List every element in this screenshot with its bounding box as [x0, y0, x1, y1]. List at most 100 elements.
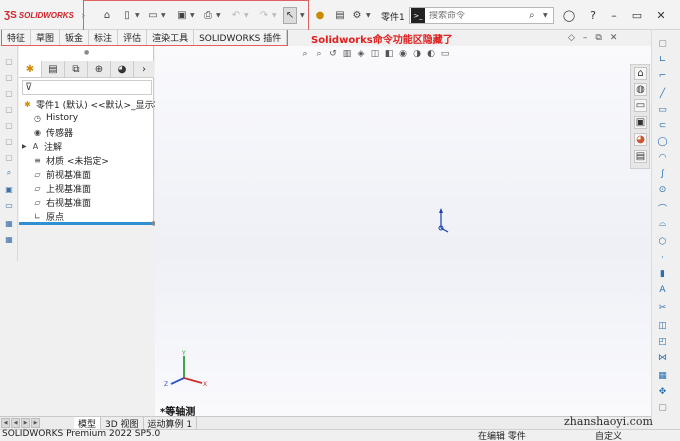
chevron-down-icon[interactable]: ▼ [272, 12, 277, 19]
chevron-down-icon[interactable]: ▼ [216, 12, 221, 19]
tab-features[interactable]: 特征 [2, 30, 32, 45]
copy-icon[interactable]: ▢ [3, 56, 15, 66]
chevron-right-icon[interactable]: › [134, 61, 154, 77]
gear-icon[interactable]: ⚙ [350, 9, 364, 22]
chevron-down-icon[interactable]: ▼ [244, 12, 249, 19]
rollback-bar[interactable] [19, 222, 152, 225]
chevron-down-icon[interactable]: ▼ [543, 12, 553, 19]
dynamic-annotation-icon[interactable]: ◈ [356, 48, 366, 60]
copy-icon[interactable]: ▢ [3, 152, 15, 162]
first-tab-icon[interactable]: ◀ [1, 418, 10, 428]
select-cursor-icon[interactable]: ↖ [283, 7, 297, 24]
circle-icon[interactable]: ◯ [656, 136, 669, 148]
tree-item-annotations[interactable]: ▶ A 注解 [22, 139, 62, 153]
rectangle-icon[interactable]: ▭ [656, 104, 669, 116]
panel-grip-icon[interactable]: ● [84, 49, 89, 56]
slot-icon[interactable]: ⊂ [656, 120, 669, 132]
search-box[interactable]: >_ ⌕ ▼ [409, 7, 554, 24]
tab-markup[interactable]: 标注 [89, 30, 119, 45]
graphics-area[interactable] [155, 46, 651, 416]
plane-icon[interactable]: ▮ [656, 268, 669, 280]
appearances-icon[interactable]: ◕ [634, 133, 647, 146]
copy-icon[interactable]: ▢ [656, 402, 669, 414]
view-palette-icon[interactable]: ▣ [634, 116, 647, 129]
zoom-to-fit-icon[interactable]: ⌕ [300, 48, 310, 60]
tab-render-tools[interactable]: 渲染工具 [147, 30, 195, 45]
copy-icon[interactable]: ▢ [3, 72, 15, 82]
tree-item-front-plane[interactable]: ▱ 前视基准面 [32, 167, 91, 181]
zoom-area-icon[interactable]: ⌕ [314, 48, 324, 60]
ellipse-icon[interactable]: ⊙ [656, 184, 669, 196]
tree-filter[interactable]: ⊽ [22, 80, 152, 95]
arc-icon[interactable]: ◠ [656, 152, 669, 164]
redo-icon[interactable]: ↷ [257, 9, 271, 22]
chevron-down-icon[interactable]: ▼ [300, 12, 305, 19]
tree-item-history[interactable]: ◷ History [32, 111, 78, 125]
previous-view-icon[interactable]: ↺ [328, 48, 338, 60]
apply-scene-icon[interactable]: ◐ [426, 48, 436, 60]
property-manager-icon[interactable]: ▤ [42, 61, 65, 77]
tab-motion-study[interactable]: 运动算例 1 [144, 416, 198, 430]
user-account-icon[interactable]: ◯ [561, 8, 577, 22]
tree-item-sensors[interactable]: ◉ 传感器 [32, 125, 73, 139]
minimize-icon[interactable]: – [606, 8, 622, 22]
undo-icon[interactable]: ↶ [229, 9, 243, 22]
layer-icon[interactable]: ▣ [3, 184, 15, 194]
search-icon[interactable]: ⌕ [529, 10, 543, 21]
move-entities-icon[interactable]: ✥ [656, 386, 669, 398]
display-style-icon[interactable]: ◧ [384, 48, 394, 60]
3d-content-icon[interactable]: ◍ [634, 83, 647, 96]
viewport-minimize-icon[interactable]: – [583, 33, 588, 43]
chevron-down-icon[interactable]: ▼ [135, 12, 140, 19]
dimxpert-icon[interactable]: ⊕ [88, 61, 111, 77]
open-folder-icon[interactable]: ▭ [146, 9, 160, 22]
line-icon[interactable]: ╱ [656, 88, 669, 100]
viewport-close-icon[interactable]: ✕ [610, 33, 618, 43]
chamfer-icon[interactable]: ⌓ [656, 218, 669, 230]
trim-icon[interactable]: ✂ [656, 302, 669, 314]
linear-pattern-icon[interactable]: ▦ [656, 370, 669, 382]
chevron-down-icon[interactable]: ▼ [366, 12, 371, 19]
mirror-icon[interactable]: ⋈ [656, 352, 669, 364]
offset-icon[interactable]: ◰ [656, 336, 669, 348]
text-icon[interactable]: A [656, 284, 669, 296]
copy-icon[interactable]: ▢ [3, 104, 15, 114]
spline-icon[interactable]: ∫ [656, 168, 669, 180]
hide-show-icon[interactable]: ◉ [398, 48, 408, 60]
tab-model[interactable]: 模型 [74, 416, 102, 430]
tab-solidworks-addins[interactable]: SOLIDWORKS 插件 [194, 30, 288, 45]
maximize-icon[interactable]: ▭ [629, 8, 645, 22]
smart-dimension-icon[interactable]: ⌐ [656, 70, 669, 82]
sketch-icon[interactable]: ∟ [656, 54, 669, 66]
component-icon[interactable]: ▦ [3, 234, 15, 244]
display-manager-icon[interactable]: ◕ [111, 61, 134, 77]
configuration-manager-icon[interactable]: ⧉ [65, 61, 88, 77]
search-input[interactable] [425, 10, 529, 21]
solidworks-logo[interactable]: ƷS SOLIDWORKS › [4, 8, 85, 22]
viewport-restore-icon[interactable]: ◇ [568, 33, 575, 43]
chevron-down-icon[interactable]: ▼ [161, 12, 166, 19]
section-view-icon[interactable]: ▥ [342, 48, 352, 60]
convert-entities-icon[interactable]: ◫ [656, 320, 669, 332]
viewport-maximize-icon[interactable]: ⧉ [595, 33, 601, 43]
feature-tree-icon[interactable]: ✱ [19, 61, 42, 77]
fillet-icon[interactable]: ⌒ [656, 202, 669, 215]
traffic-light-icon[interactable]: ● [313, 9, 327, 22]
print-icon[interactable]: ⎙ [201, 9, 215, 22]
save-icon[interactable]: ▣ [175, 9, 189, 22]
tab-evaluate[interactable]: 评估 [118, 30, 148, 45]
next-tab-icon[interactable]: ▶ [21, 418, 30, 428]
previous-tab-icon[interactable]: ◀ [11, 418, 20, 428]
new-document-icon[interactable]: ▯ [120, 9, 134, 22]
copy-icon[interactable]: ▢ [3, 136, 15, 146]
search-page-icon[interactable]: ⌕ [3, 168, 15, 178]
polygon-icon[interactable]: ⬡ [656, 236, 669, 248]
help-icon[interactable]: ? [585, 8, 601, 22]
tree-item-right-plane[interactable]: ▱ 右视基准面 [32, 195, 91, 209]
tree-item-origin[interactable]: ∟ 原点 [32, 209, 64, 223]
close-icon[interactable]: ✕ [653, 8, 669, 22]
copy-icon[interactable]: ▢ [3, 120, 15, 130]
last-tab-icon[interactable]: ▶ [31, 418, 40, 428]
chevron-down-icon[interactable]: ▼ [190, 12, 195, 19]
tree-item-material[interactable]: ≡ 材质 <未指定> [32, 153, 109, 167]
